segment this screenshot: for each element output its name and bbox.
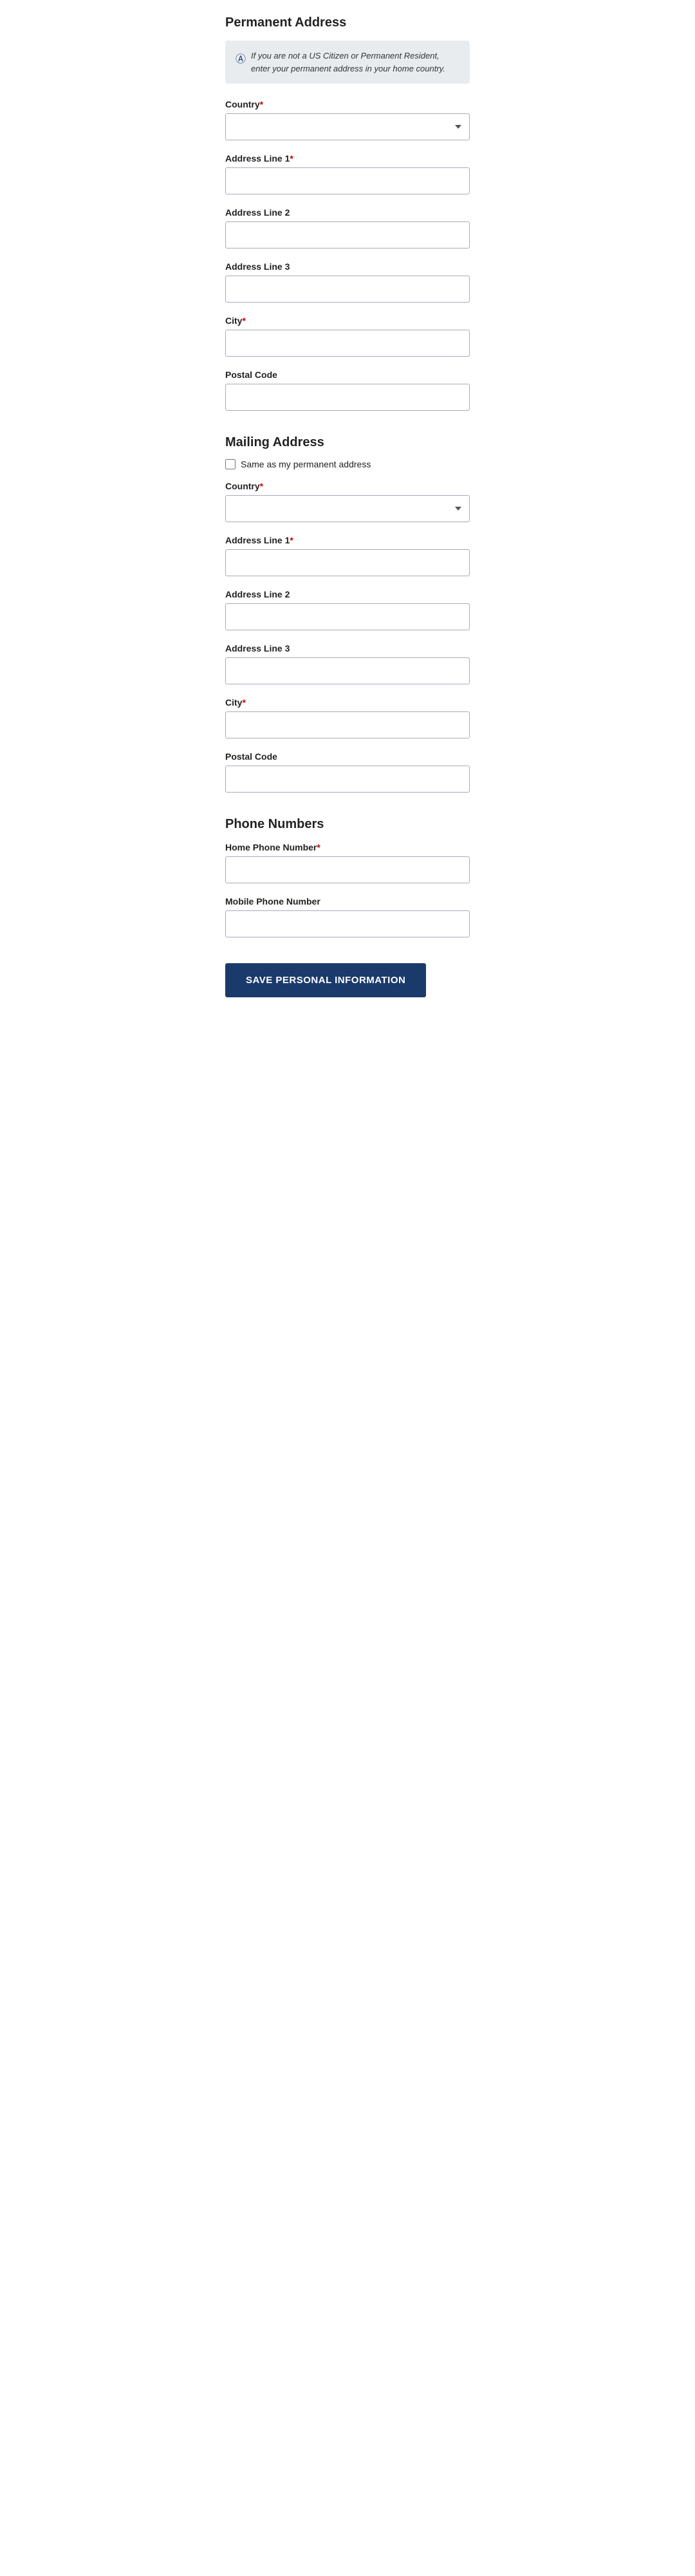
- perm-address3-group: Address Line 3: [225, 261, 470, 303]
- same-address-row: Same as my permanent address: [225, 459, 470, 469]
- perm-country-required-star: *: [260, 99, 263, 109]
- mail-country-select[interactable]: [225, 495, 470, 522]
- perm-address1-group: Address Line 1*: [225, 153, 470, 194]
- perm-address1-required-star: *: [290, 153, 293, 164]
- same-address-checkbox[interactable]: [225, 459, 236, 469]
- perm-postal-group: Postal Code: [225, 370, 470, 411]
- mail-postal-group: Postal Code: [225, 751, 470, 793]
- mail-postal-input[interactable]: [225, 766, 470, 793]
- mobile-phone-label: Mobile Phone Number: [225, 896, 470, 907]
- permanent-address-section: Permanent Address Ⓐ If you are not a US …: [225, 15, 470, 411]
- mail-address1-input[interactable]: [225, 549, 470, 576]
- mail-address2-group: Address Line 2: [225, 589, 470, 630]
- mail-address1-label: Address Line 1*: [225, 535, 470, 545]
- perm-city-group: City*: [225, 315, 470, 357]
- mail-city-input[interactable]: [225, 711, 470, 738]
- mail-city-required-star: *: [242, 697, 245, 708]
- perm-city-label: City*: [225, 315, 470, 326]
- home-phone-label: Home Phone Number*: [225, 842, 470, 852]
- mobile-phone-group: Mobile Phone Number: [225, 896, 470, 937]
- perm-address1-label: Address Line 1*: [225, 153, 470, 164]
- mail-city-group: City*: [225, 697, 470, 738]
- mail-country-required-star: *: [260, 481, 263, 491]
- perm-country-group: Country*: [225, 99, 470, 140]
- save-personal-info-button[interactable]: SAVE PERSONAL INFORMATION: [225, 963, 426, 997]
- info-icon: Ⓐ: [236, 50, 246, 66]
- mail-address3-label: Address Line 3: [225, 643, 470, 653]
- mail-address1-group: Address Line 1*: [225, 535, 470, 576]
- mail-postal-label: Postal Code: [225, 751, 470, 762]
- mail-country-label: Country*: [225, 481, 470, 491]
- spacer-2: [225, 805, 470, 812]
- home-phone-input[interactable]: [225, 856, 470, 883]
- home-phone-required-star: *: [317, 842, 320, 852]
- perm-address2-group: Address Line 2: [225, 207, 470, 249]
- mail-address2-label: Address Line 2: [225, 589, 470, 599]
- home-phone-group: Home Phone Number*: [225, 842, 470, 883]
- perm-city-required-star: *: [242, 315, 245, 326]
- perm-address2-input[interactable]: [225, 221, 470, 249]
- mail-country-group: Country*: [225, 481, 470, 522]
- mail-city-label: City*: [225, 697, 470, 708]
- perm-address3-input[interactable]: [225, 276, 470, 303]
- perm-city-input[interactable]: [225, 330, 470, 357]
- perm-postal-input[interactable]: [225, 384, 470, 411]
- perm-address2-label: Address Line 2: [225, 207, 470, 218]
- info-box-text: If you are not a US Citizen or Permanent…: [251, 50, 459, 75]
- mailing-address-section: Mailing Address Same as my permanent add…: [225, 435, 470, 793]
- info-box: Ⓐ If you are not a US Citizen or Permane…: [225, 41, 470, 84]
- mail-address1-required-star: *: [290, 535, 293, 545]
- mail-address3-input[interactable]: [225, 657, 470, 684]
- perm-address3-label: Address Line 3: [225, 261, 470, 272]
- perm-address1-input[interactable]: [225, 167, 470, 194]
- phone-numbers-title: Phone Numbers: [225, 817, 470, 832]
- mail-address2-input[interactable]: [225, 603, 470, 630]
- perm-postal-label: Postal Code: [225, 370, 470, 380]
- mobile-phone-input[interactable]: [225, 910, 470, 937]
- permanent-address-title: Permanent Address: [225, 15, 470, 30]
- mail-address3-group: Address Line 3: [225, 643, 470, 684]
- perm-country-label: Country*: [225, 99, 470, 109]
- perm-country-select[interactable]: [225, 113, 470, 140]
- page-container: Permanent Address Ⓐ If you are not a US …: [212, 0, 483, 1023]
- mailing-address-title: Mailing Address: [225, 435, 470, 450]
- spacer-1: [225, 424, 470, 430]
- phone-numbers-section: Phone Numbers Home Phone Number* Mobile …: [225, 817, 470, 937]
- same-address-label: Same as my permanent address: [241, 459, 371, 469]
